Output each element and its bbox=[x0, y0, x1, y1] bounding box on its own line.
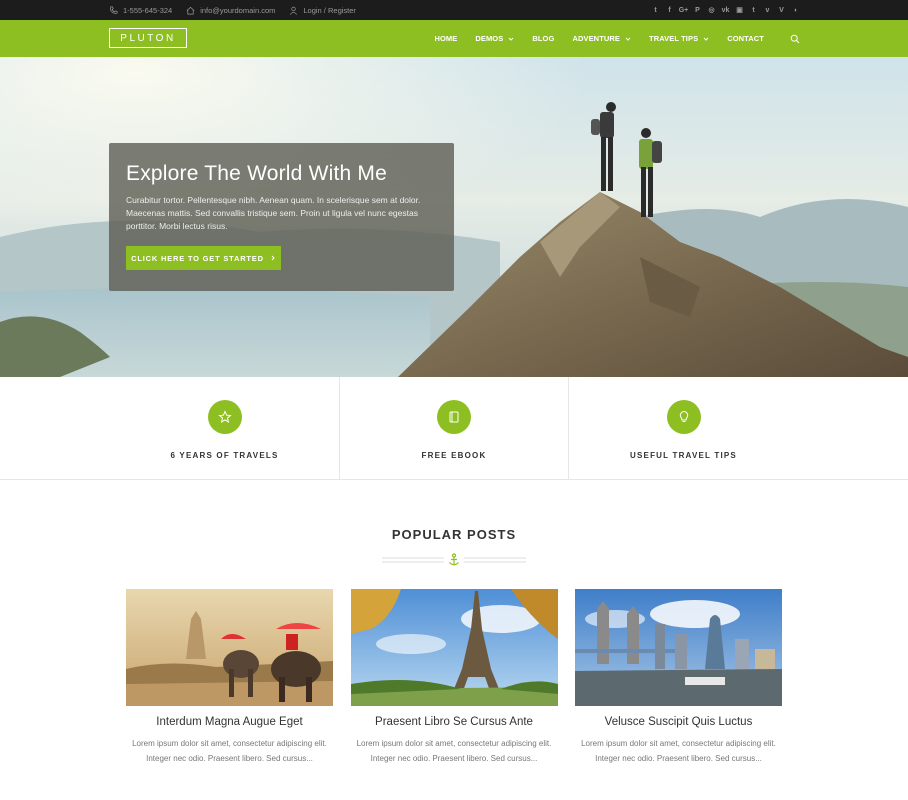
login-text: Login / Register bbox=[303, 5, 356, 15]
hero-title: Explore The World With Me bbox=[126, 162, 387, 185]
chevron-right-icon bbox=[271, 255, 275, 261]
facebook-icon[interactable]: f bbox=[665, 6, 674, 15]
anchor-divider bbox=[382, 553, 526, 566]
nav-item-home[interactable]: HOME bbox=[434, 34, 457, 43]
book-icon bbox=[449, 411, 459, 423]
top-bar: 1-555-645-324 info@yourdomain.com Login … bbox=[0, 0, 908, 20]
post-excerpt: Lorem ipsum dolor sit amet, consectetur … bbox=[132, 739, 327, 763]
feature-label: FREE EBOOK bbox=[421, 451, 487, 460]
nav-item-travel-tips[interactable]: TRAVEL TIPS bbox=[649, 34, 709, 43]
search-icon[interactable] bbox=[790, 34, 800, 44]
post-excerpt: Lorem ipsum dolor sit amet, consectetur … bbox=[356, 739, 552, 763]
phone-link[interactable]: 1-555-645-324 bbox=[109, 6, 172, 15]
site-logo[interactable]: PLUTON bbox=[109, 28, 187, 48]
tumblr-icon[interactable]: t bbox=[749, 6, 758, 15]
phone-icon bbox=[110, 6, 118, 14]
get-started-button[interactable]: CLICK HERE TO GET STARTED bbox=[126, 246, 281, 270]
feature-icon-circle bbox=[666, 400, 701, 434]
nav-item-demos[interactable]: DEMOS bbox=[475, 34, 514, 43]
nav-item-label: ADVENTURE bbox=[572, 34, 621, 43]
nav-item-label: DEMOS bbox=[475, 34, 504, 43]
post-excerpt: Lorem ipsum dolor sit amet, consectetur … bbox=[581, 739, 776, 763]
chevron-down-icon bbox=[703, 37, 709, 41]
email-text: info@yourdomain.com bbox=[200, 5, 276, 15]
pinterest-icon[interactable]: P bbox=[693, 6, 702, 15]
star-icon bbox=[217, 410, 232, 424]
home-mail-icon bbox=[186, 6, 195, 14]
nav-item-label: TRAVEL TIPS bbox=[649, 34, 699, 43]
post-card[interactable]: Velusce Suscipit Quis Luctus Lorem ipsum… bbox=[575, 589, 782, 766]
chevron-down-icon bbox=[509, 37, 514, 41]
main-nav: PLUTON HOME DEMOS BLOG ADVENTURE TRAVEL … bbox=[0, 20, 908, 57]
feature-icon-circle bbox=[437, 400, 471, 434]
feature-icon-circle bbox=[207, 400, 242, 434]
nav-menu: HOME DEMOS BLOG ADVENTURE TRAVEL TIPS CO… bbox=[416, 20, 800, 57]
nav-item-label: HOME bbox=[434, 34, 458, 43]
chevron-down-icon bbox=[625, 37, 631, 41]
vine-icon[interactable]: V bbox=[777, 6, 786, 15]
feature-travels: 6 YEARS OF TRAVELS bbox=[0, 377, 340, 479]
post-card[interactable]: Interdum Magna Augue Eget Lorem ipsum do… bbox=[126, 589, 333, 766]
post-title[interactable]: Interdum Magna Augue Eget bbox=[126, 716, 333, 728]
post-card[interactable]: Praesent Libro Se Cursus Ante Lorem ipsu… bbox=[350, 589, 558, 766]
rss-icon[interactable]: ◗ bbox=[791, 6, 800, 15]
feature-tips: USEFUL TRAVEL TIPS bbox=[569, 377, 908, 479]
vk-icon[interactable]: vk bbox=[721, 6, 730, 15]
nav-item-contact[interactable]: CONTACT bbox=[727, 34, 764, 43]
twitter-icon[interactable]: t bbox=[651, 6, 660, 15]
posts-grid: Interdum Magna Augue Eget Lorem ipsum do… bbox=[126, 589, 782, 766]
instagram-icon[interactable]: ▣ bbox=[735, 6, 744, 15]
post-image-london[interactable] bbox=[575, 589, 782, 706]
feature-label: 6 YEARS OF TRAVELS bbox=[170, 451, 279, 460]
anchor-icon bbox=[449, 553, 459, 566]
user-icon bbox=[290, 6, 298, 15]
login-register-link[interactable]: Login / Register bbox=[289, 6, 356, 15]
nav-item-blog[interactable]: BLOG bbox=[532, 34, 554, 43]
section-title: POPULAR POSTS bbox=[391, 527, 517, 542]
feature-label: USEFUL TRAVEL TIPS bbox=[630, 451, 737, 460]
post-image-elephants[interactable] bbox=[126, 589, 333, 706]
vimeo-icon[interactable]: v bbox=[763, 6, 772, 15]
dribbble-icon[interactable]: ◎ bbox=[707, 6, 716, 15]
google-plus-icon[interactable]: G+ bbox=[679, 6, 689, 15]
post-title[interactable]: Praesent Libro Se Cursus Ante bbox=[351, 716, 558, 728]
feature-ebook: FREE EBOOK bbox=[340, 377, 569, 479]
nav-item-label: BLOG bbox=[532, 34, 555, 43]
hero-banner: Explore The World With Me Curabitur tort… bbox=[0, 57, 908, 377]
get-started-label: CLICK HERE TO GET STARTED bbox=[131, 253, 264, 263]
phone-text: 1-555-645-324 bbox=[123, 5, 173, 15]
hero-caption: Explore The World With Me Curabitur tort… bbox=[109, 143, 454, 291]
post-title[interactable]: Velusce Suscipit Quis Luctus bbox=[575, 716, 782, 728]
contact-info: 1-555-645-324 info@yourdomain.com Login … bbox=[109, 0, 356, 20]
lightbulb-icon bbox=[679, 410, 688, 422]
post-image-eiffel[interactable] bbox=[350, 589, 558, 706]
nav-item-label: CONTACT bbox=[727, 34, 764, 43]
hero-text: Curabitur tortor. Pellentesque nibh. Aen… bbox=[126, 195, 421, 231]
social-links: t f G+ P ◎ vk ▣ t v V ◗ bbox=[651, 0, 800, 20]
email-link[interactable]: info@yourdomain.com bbox=[186, 6, 275, 15]
features-row: 6 YEARS OF TRAVELS FREE EBOOK USEFUL TRA… bbox=[0, 377, 908, 480]
nav-item-adventure[interactable]: ADVENTURE bbox=[572, 34, 631, 43]
